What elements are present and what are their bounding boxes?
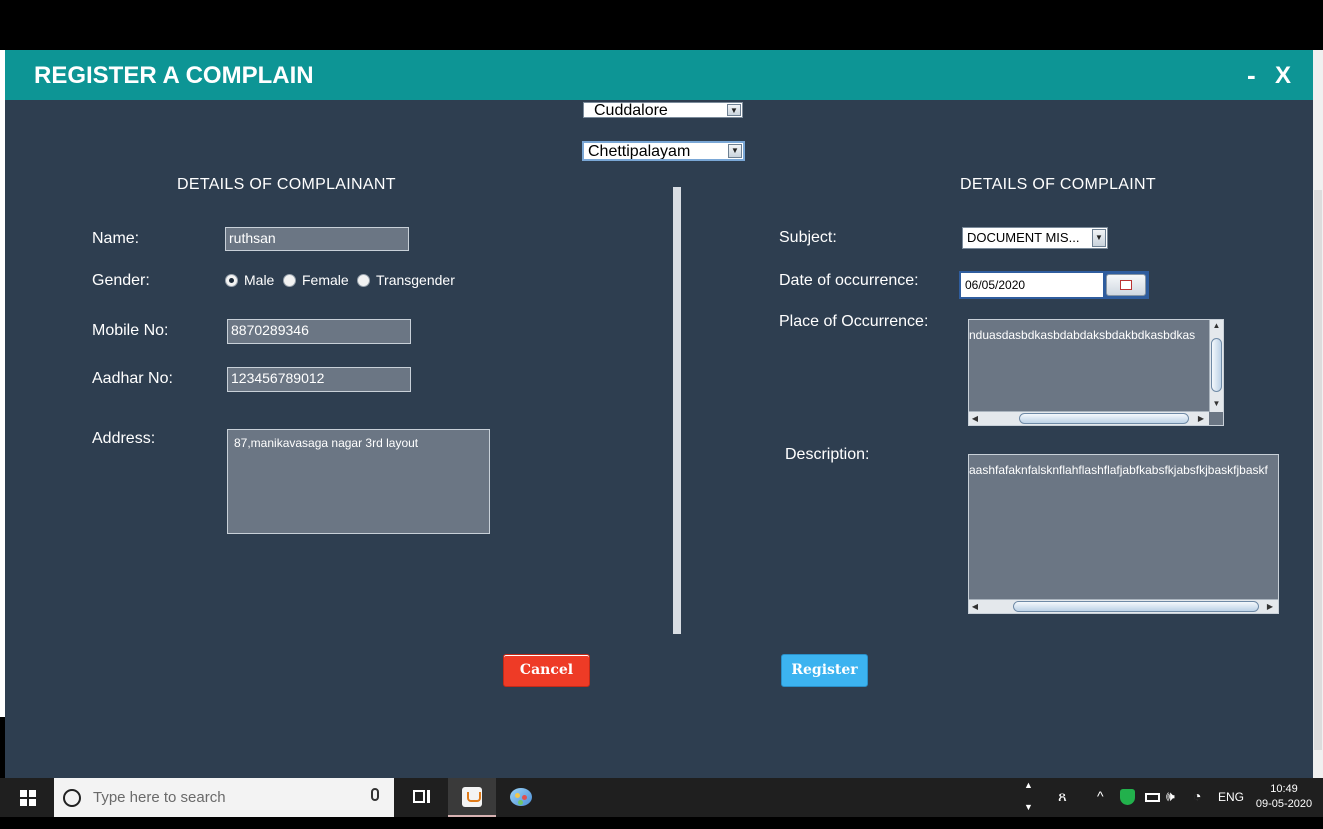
- aadhar-input[interactable]: 123456789012: [227, 367, 411, 392]
- taskbar-paint-app[interactable]: [497, 778, 545, 817]
- taskbar-java-app[interactable]: [448, 778, 496, 817]
- cortana-icon: [63, 789, 81, 807]
- register-complaint-window: REGISTER A COMPLAIN - X Cuddalore ▼ Chet…: [5, 50, 1313, 778]
- description-text: aashfafaknfalsknflahflashflafjabfkabsfkj…: [969, 463, 1268, 477]
- chevron-down-icon: ▼: [1092, 229, 1106, 247]
- subject-select[interactable]: DOCUMENT MIS... ▼: [962, 227, 1108, 249]
- calendar-button[interactable]: [1106, 274, 1146, 296]
- task-view-button[interactable]: [397, 778, 445, 817]
- people-icon[interactable]: ጸ: [1058, 788, 1067, 827]
- subject-label: Subject:: [779, 229, 837, 246]
- gender-radio-female[interactable]: Female: [283, 272, 349, 288]
- place-textarea[interactable]: nduasdasbdkasbdabdaksbdakbdkasbdkas ▲ ▼ …: [968, 319, 1224, 426]
- chevron-down-icon: ▼: [1024, 802, 1033, 812]
- description-textarea[interactable]: aashfafaknfalsknflahflashflafjabfkabsfkj…: [968, 454, 1279, 614]
- place-text: nduasdasbdkasbdabdaksbdakbdkasbdkas: [969, 328, 1196, 342]
- scroll-right-icon[interactable]: ▶: [1264, 600, 1276, 613]
- mobile-label: Mobile No:: [92, 322, 169, 339]
- register-button[interactable]: Register: [781, 654, 868, 687]
- screen-top-area: [0, 0, 1323, 50]
- section-divider: [673, 187, 681, 634]
- tray-scroll[interactable]: ▲ ▼: [1020, 778, 1036, 817]
- wifi-icon[interactable]: ◔: [1193, 788, 1201, 827]
- show-hidden-icons-icon[interactable]: ^: [1097, 788, 1104, 827]
- date-input[interactable]: 06/05/2020: [961, 273, 1103, 297]
- district-select[interactable]: Cuddalore ▼: [583, 102, 743, 118]
- scroll-left-icon[interactable]: ◀: [969, 412, 981, 425]
- battery-icon[interactable]: [1145, 793, 1160, 802]
- complainant-heading: DETAILS OF COMPLAINANT: [177, 176, 396, 193]
- chevron-down-icon: ▼: [728, 144, 742, 158]
- radio-unselected-icon: [283, 273, 296, 287]
- description-label: Description:: [785, 446, 870, 463]
- task-view-icon: [413, 790, 425, 803]
- taskbar-search[interactable]: Type here to search: [54, 778, 394, 817]
- gender-label: Gender:: [92, 272, 150, 289]
- scroll-down-icon[interactable]: ▼: [1210, 398, 1223, 410]
- subject-select-value: DOCUMENT MIS...: [967, 230, 1080, 245]
- clock-date: 09-05-2020: [1255, 798, 1313, 810]
- chevron-down-icon: ▼: [727, 104, 741, 116]
- clock[interactable]: 10:49 09-05-2020: [1254, 782, 1314, 821]
- complaint-heading: DETAILS OF COMPLAINT: [960, 176, 1156, 193]
- minimize-button[interactable]: -: [1247, 60, 1256, 91]
- scroll-left-icon[interactable]: ◀: [969, 600, 981, 613]
- cancel-button[interactable]: Cancel: [503, 654, 590, 687]
- calendar-icon: [1120, 280, 1132, 290]
- place-horizontal-scrollbar[interactable]: ◀ ▶: [969, 411, 1209, 425]
- date-label: Date of occurrence:: [779, 272, 919, 289]
- district-select-value: Cuddalore: [594, 102, 668, 118]
- start-button[interactable]: [0, 778, 54, 817]
- name-label: Name:: [92, 230, 140, 247]
- gender-option-label: Transgender: [376, 272, 455, 288]
- speaker-icon[interactable]: 🕪: [1166, 788, 1175, 827]
- scroll-right-icon[interactable]: ▶: [1195, 412, 1207, 425]
- place-label: Place of Occurrence:: [779, 313, 929, 330]
- scroll-up-icon[interactable]: ▲: [1210, 320, 1223, 332]
- gender-radio-male[interactable]: Male: [225, 272, 274, 288]
- scrollbar-thumb[interactable]: [1211, 338, 1222, 392]
- palette-icon: [510, 788, 532, 806]
- gender-radio-transgender[interactable]: Transgender: [357, 272, 455, 288]
- close-button[interactable]: X: [1275, 62, 1291, 90]
- java-icon: [462, 787, 482, 807]
- chevron-up-icon: ▲: [1024, 780, 1033, 790]
- radio-unselected-icon: [357, 273, 370, 287]
- background-scrollbar-thumb[interactable]: [1314, 190, 1322, 750]
- place-vertical-scrollbar[interactable]: ▲ ▼: [1209, 320, 1223, 412]
- area-select-value: Chettipalayam: [588, 143, 691, 160]
- address-textarea[interactable]: 87,manikavasaga nagar 3rd layout: [227, 429, 490, 534]
- area-select[interactable]: Chettipalayam ▼: [582, 141, 745, 161]
- language-indicator[interactable]: ENG: [1218, 790, 1244, 829]
- scrollbar-thumb[interactable]: [1019, 413, 1189, 424]
- mobile-input[interactable]: 8870289346: [227, 319, 411, 344]
- radio-selected-icon: [225, 273, 238, 287]
- background-scrollbar[interactable]: [1313, 50, 1323, 778]
- address-label: Address:: [92, 430, 156, 447]
- description-horizontal-scrollbar[interactable]: ◀ ▶: [969, 599, 1278, 613]
- gender-option-label: Male: [244, 272, 275, 288]
- aadhar-label: Aadhar No:: [92, 370, 173, 387]
- clock-time: 10:49: [1270, 783, 1298, 795]
- gender-option-label: Female: [302, 272, 349, 288]
- date-picker[interactable]: 06/05/2020: [959, 271, 1149, 299]
- windows-logo-icon: [20, 790, 36, 806]
- security-shield-icon[interactable]: [1120, 789, 1135, 805]
- microphone-icon[interactable]: [371, 788, 379, 801]
- title-bar: REGISTER A COMPLAIN - X: [5, 50, 1313, 100]
- taskbar: Type here to search ▲ ▼ ጸ ^ 🕪 ◔ ENG 10:4…: [0, 778, 1323, 817]
- scrollbar-thumb[interactable]: [1013, 601, 1259, 612]
- search-placeholder: Type here to search: [93, 789, 226, 806]
- name-input[interactable]: ruthsan: [225, 227, 409, 251]
- window-title: REGISTER A COMPLAIN: [34, 62, 314, 89]
